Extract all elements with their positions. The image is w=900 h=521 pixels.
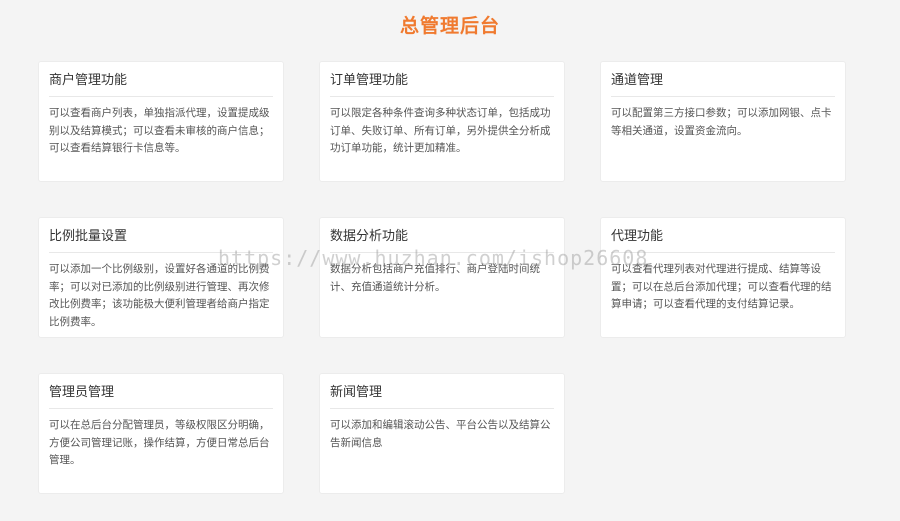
card-title: 代理功能 <box>611 218 835 253</box>
card-description: 可以添加和编辑滚动公告、平台公告以及结算公告新闻信息 <box>330 419 551 449</box>
card-description: 可以查看商户列表，单独指派代理，设置提成级别以及结算模式；可以查看未审核的商户信… <box>49 107 270 154</box>
feature-card-admins: 管理员管理 可以在总后台分配管理员，等级权限区分明确，方便公司管理记账，操作结算… <box>38 373 284 494</box>
page-title: 总管理后台 <box>399 15 500 37</box>
card-description: 可以限定各种条件查询多种状态订单，包括成功订单、失败订单、所有订单，另外提供全分… <box>330 107 551 154</box>
card-title: 比例批量设置 <box>49 218 273 253</box>
card-description: 可以配置第三方接口参数；可以添加网银、点卡等相关通道，设置资金流向。 <box>611 107 832 137</box>
card-title: 新闻管理 <box>330 374 554 409</box>
card-title: 数据分析功能 <box>330 218 554 253</box>
feature-card-channels: 通道管理 可以配置第三方接口参数；可以添加网银、点卡等相关通道，设置资金流向。 <box>600 61 846 182</box>
card-description: 可以查看代理列表对代理进行提成、结算等设置；可以在总后台添加代理；可以查看代理的… <box>611 263 832 310</box>
feature-card-rate-batch: 比例批量设置 可以添加一个比例级别，设置好各通道的比例费率；可以对已添加的比例级… <box>38 217 284 338</box>
card-title: 订单管理功能 <box>330 62 554 97</box>
feature-card-analytics: 数据分析功能 数据分析包括商户充值排行、商户登陆时间统计、充值通道统计分析。 <box>319 217 565 338</box>
card-title: 商户管理功能 <box>49 62 273 97</box>
feature-card-news: 新闻管理 可以添加和编辑滚动公告、平台公告以及结算公告新闻信息 <box>319 373 565 494</box>
card-description: 可以添加一个比例级别，设置好各通道的比例费率；可以对已添加的比例级别进行管理、再… <box>49 263 270 328</box>
card-title: 通道管理 <box>611 62 835 97</box>
feature-card-agents: 代理功能 可以查看代理列表对代理进行提成、结算等设置；可以在总后台添加代理；可以… <box>600 217 846 338</box>
feature-card-orders: 订单管理功能 可以限定各种条件查询多种状态订单，包括成功订单、失败订单、所有订单… <box>319 61 565 182</box>
feature-card-merchant: 商户管理功能 可以查看商户列表，单独指派代理，设置提成级别以及结算模式；可以查看… <box>38 61 284 182</box>
card-description: 可以在总后台分配管理员，等级权限区分明确，方便公司管理记账，操作结算，方便日常总… <box>49 419 270 466</box>
card-title: 管理员管理 <box>49 374 273 409</box>
card-description: 数据分析包括商户充值排行、商户登陆时间统计、充值通道统计分析。 <box>330 263 540 293</box>
